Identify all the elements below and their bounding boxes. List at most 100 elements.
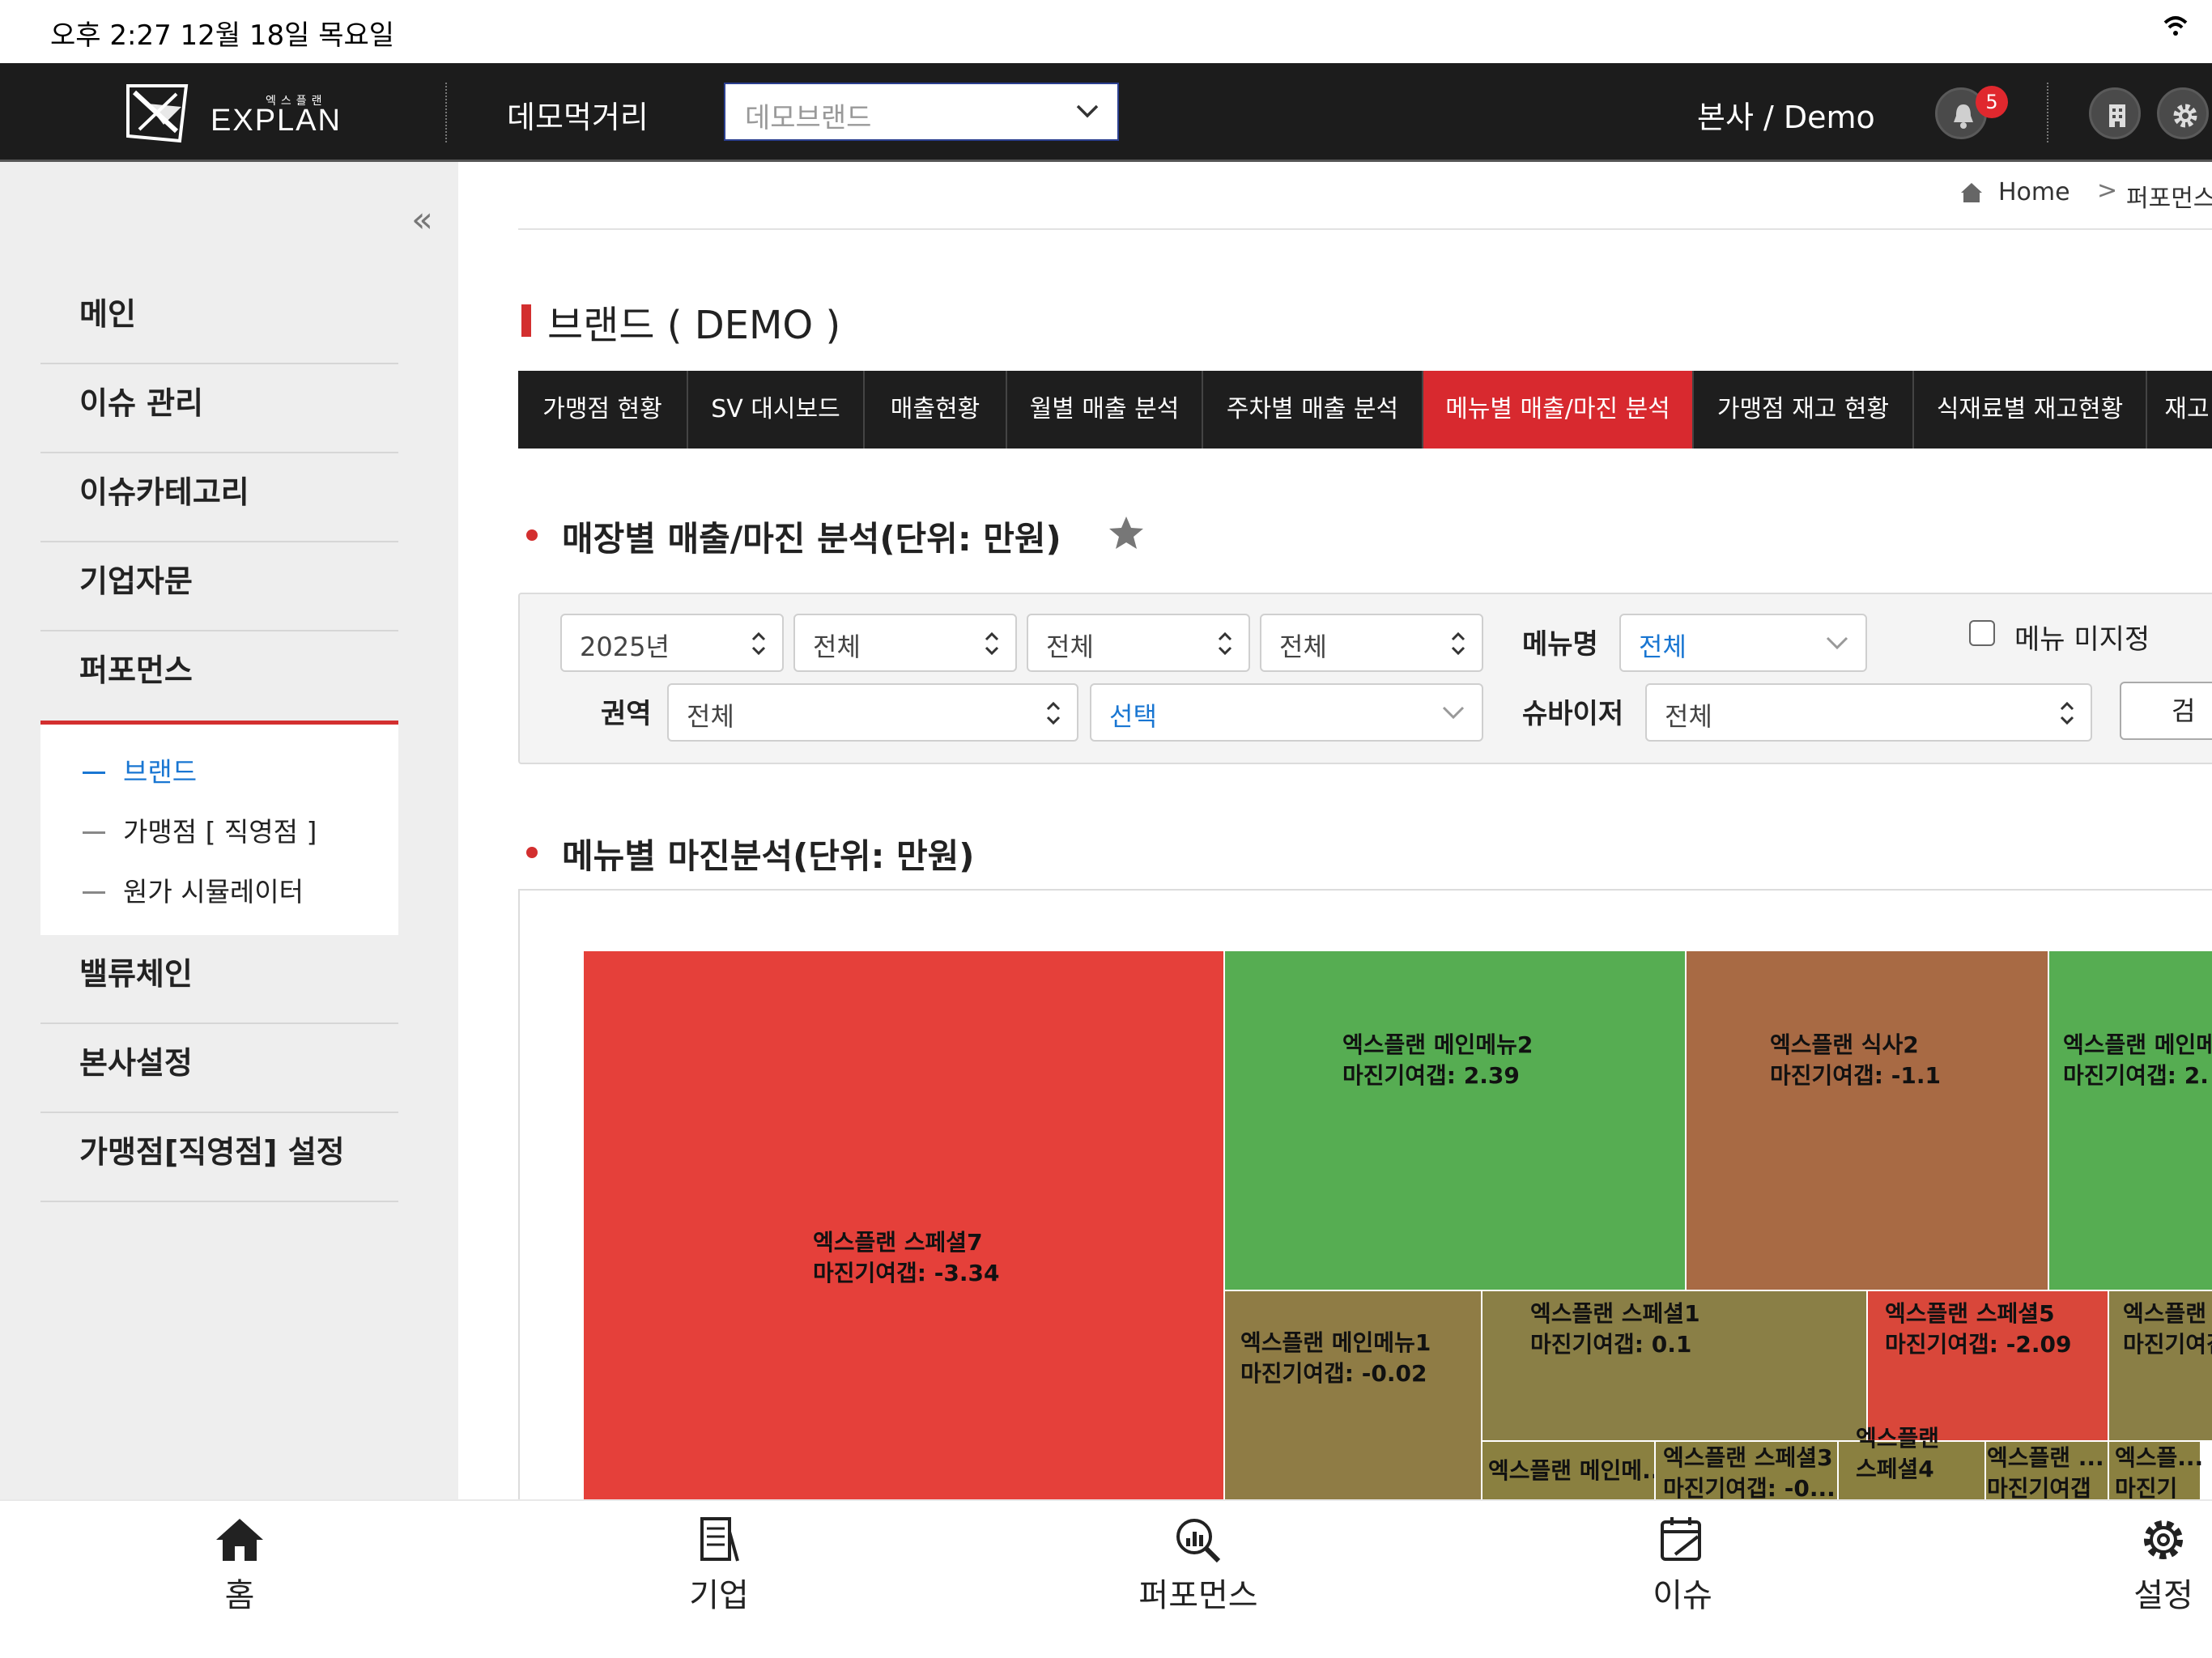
sidebar-item-issue-management[interactable]: 이슈 관리: [40, 364, 398, 453]
collapse-sidebar-icon[interactable]: «: [411, 199, 433, 240]
star-icon[interactable]: [1108, 515, 1145, 551]
treemap-cell[interactable]: 엑스플랜 메인메뉴2 마진기여갭: 2.39: [1223, 950, 1687, 1291]
treemap-cell[interactable]: 엑스플랜 스페셜5 마진기여갭: -2.09: [1866, 1290, 2109, 1442]
wifi-icon: [2163, 11, 2188, 45]
unassigned-menu-label: 메뉴 미지정: [2014, 623, 2150, 656]
unassigned-menu-checkbox[interactable]: [1969, 620, 1995, 646]
treemap-cell-name: 엑스플랜 메인메뉴2: [1342, 1031, 1533, 1058]
chart-search-icon: [1176, 1519, 1221, 1563]
tab-menu-margin[interactable]: 메뉴별 매출/마진 분석: [1423, 371, 1694, 449]
submenu-item-cost-simulator[interactable]: 원가 시뮬레이터: [40, 862, 398, 922]
performance-submenu: 브랜드 가맹점 [ 직영점 ] 원가 시뮬레이터: [40, 721, 398, 935]
supervisor-label: 슈바이저: [1522, 698, 1624, 730]
supervisor-select[interactable]: 전체: [1645, 683, 2092, 742]
breadcrumb-home[interactable]: Home: [1998, 178, 2070, 206]
page-title-text: 브랜드 ( DEMO ): [547, 303, 841, 348]
tab-monthly-sales[interactable]: 월별 매출 분석: [1007, 371, 1203, 449]
treemap-cell[interactable]: 엑스플랜 메인메뉴1 마진기여갭: -0.02: [1223, 1290, 1482, 1499]
treemap-cell[interactable]: 엑스플랜 스페셜1 마진기여갭: 0.1: [1481, 1290, 1868, 1442]
nav-settings[interactable]: 설정: [2082, 1516, 2212, 1616]
submenu-item-franchise[interactable]: 가맹점 [ 직영점 ]: [40, 802, 398, 862]
nav-home[interactable]: 홈: [159, 1516, 321, 1616]
org-label: 본사 / Demo: [1697, 100, 1875, 135]
tab-store-status[interactable]: 가맹점 현황: [518, 371, 688, 449]
treemap-cell[interactable]: 엑스플... 마진기: [2108, 1440, 2203, 1499]
tab-inventory-more[interactable]: 재고: [2147, 371, 2212, 449]
brand-select[interactable]: 데모브랜드: [724, 83, 1119, 141]
treemap-cell-rect: [1685, 950, 2049, 1291]
section-bullet: [526, 529, 538, 541]
logo-mark-icon: [126, 84, 189, 143]
nav-issue[interactable]: 이슈: [1602, 1516, 1763, 1616]
menu-name-select[interactable]: 전체: [1619, 614, 1867, 672]
gear-icon: [2144, 1520, 2183, 1559]
treemap-cell-name: 엑스플랜 메인메: [2063, 1031, 2212, 1058]
store-name: 데모먹거리: [507, 100, 649, 135]
treemap-cell-value: 마진기여갭: -1.1: [1770, 1062, 1941, 1089]
sidebar-item-performance[interactable]: 퍼포먼스: [40, 631, 398, 721]
filter-select-2[interactable]: 전체: [793, 614, 1017, 672]
tab-bar: 가맹점 현황 SV 대시보드 매출현황 월별 매출 분석 주차별 매출 분석 메…: [518, 371, 2212, 449]
app-header: 엑스플랜 EXPLAN 데모먹거리 데모브랜드 본사 / Demo 5: [0, 63, 2212, 162]
status-bar: 오후 2:27 12월 18일 목요일: [0, 0, 2212, 63]
treemap-cell[interactable]: 엑스플랜 스페셜3 마진기여갭: -0...: [1654, 1440, 1839, 1499]
breadcrumb: Home > 퍼포먼스: [518, 162, 2212, 230]
search-button[interactable]: 검: [2120, 682, 2212, 740]
filter-select-4[interactable]: 전체: [1260, 614, 1483, 672]
tab-weekly-sales[interactable]: 주차별 매출 분석: [1203, 371, 1423, 449]
treemap-cell-rect: [2048, 950, 2212, 1291]
header-divider: [2047, 83, 2048, 142]
filter-select-value: 전체: [813, 631, 861, 662]
tab-sv-dashboard[interactable]: SV 대시보드: [688, 371, 865, 449]
nav-label: 홈: [224, 1577, 255, 1614]
treemap-cell-value: 마진기여갭: [2123, 1331, 2212, 1358]
nav-label: 설정: [2133, 1577, 2193, 1614]
home-icon: [216, 1519, 263, 1561]
gear-icon: [2173, 104, 2197, 128]
nav-performance[interactable]: 퍼포먼스: [1117, 1516, 1279, 1616]
nav-label: 퍼포먼스: [1138, 1577, 1258, 1614]
treemap-cell-value: 마진기여갭: 2.: [2063, 1062, 2209, 1089]
treemap-cell-name: 엑스플랜 스: [2123, 1300, 2212, 1327]
building-button[interactable]: [2089, 87, 2141, 139]
submenu-label: 가맹점 [ 직영점 ]: [123, 816, 317, 848]
bell-icon: [1954, 104, 1973, 129]
sidebar-item-hq-settings[interactable]: 본사설정: [40, 1024, 398, 1113]
region-select[interactable]: 전체: [667, 683, 1078, 742]
chevron-down-icon: [1442, 706, 1465, 720]
submenu-label: 원가 시뮬레이터: [123, 876, 304, 908]
tab-store-inventory[interactable]: 가맹점 재고 현황: [1694, 371, 1914, 449]
treemap-cell[interactable]: 엑스플랜 메인메마진기여갭: 2.: [2048, 950, 2212, 1291]
treemap-chart-panel: 엑스플랜 스페셜7 마진기여갭: -3.34 엑스플랜 메인메뉴2 마진기여갭: 2.…: [518, 889, 2212, 1499]
explan-logo[interactable]: 엑스플랜 EXPLAN: [123, 79, 350, 147]
sidebar: « 메인 이슈 관리 이슈카테고리 기업자문 퍼포먼스 브랜드 가맹점 [ 직영…: [0, 162, 458, 1499]
tab-ingredient-inventory[interactable]: 식재료별 재고현황: [1914, 371, 2147, 449]
chevron-down-icon: [1826, 636, 1848, 650]
treemap-cell-name: 엑스플랜 메인메뉴1: [1240, 1329, 1431, 1356]
brand-select-value: 데모브랜드: [745, 102, 872, 134]
region-pick-select[interactable]: 선택: [1090, 683, 1483, 742]
sidebar-item-store-settings[interactable]: 가맹점[직영점] 설정: [40, 1113, 398, 1202]
filter-select-3[interactable]: 전체: [1027, 614, 1250, 672]
submenu-item-brand[interactable]: 브랜드: [40, 742, 398, 802]
treemap-cell[interactable]: 엑스플랜 식사2 마진기여갭: -1.1: [1685, 950, 2049, 1291]
treemap-cell[interactable]: 엑스플랜 스페셜7 마진기여갭: -3.34: [582, 950, 1225, 1499]
sidebar-item-main[interactable]: 메인: [40, 275, 398, 364]
document-icon: [700, 1517, 739, 1562]
treemap-cell[interactable]: 엑스플랜 ... 마진기여갭: [1984, 1440, 2109, 1499]
logo-text: EXPLAN: [211, 104, 342, 138]
treemap-cell-rect: [1223, 950, 1687, 1291]
sidebar-item-issue-category[interactable]: 이슈카테고리: [40, 453, 398, 542]
tab-sales-status[interactable]: 매출현황: [865, 371, 1007, 449]
sidebar-item-consulting[interactable]: 기업자문: [40, 542, 398, 631]
sidebar-item-value-chain[interactable]: 밸류체인: [40, 935, 398, 1024]
treemap-cell[interactable]: 엑스플랜 스마진기여갭: [2108, 1290, 2212, 1442]
nav-company[interactable]: 기업: [638, 1516, 800, 1616]
treemap-cell-value: 마진기여갭: 0.1: [1530, 1331, 1691, 1358]
year-select[interactable]: 2025년: [560, 614, 784, 672]
treemap-cell-name: 엑스플랜 스페셜5: [1885, 1300, 2055, 1327]
settings-button[interactable]: [2157, 87, 2209, 139]
treemap-cell[interactable]: 엑스플랜 메인메...: [1481, 1440, 1668, 1499]
nav-label: 기업: [689, 1577, 749, 1614]
region-select-value: 전체: [687, 701, 734, 732]
